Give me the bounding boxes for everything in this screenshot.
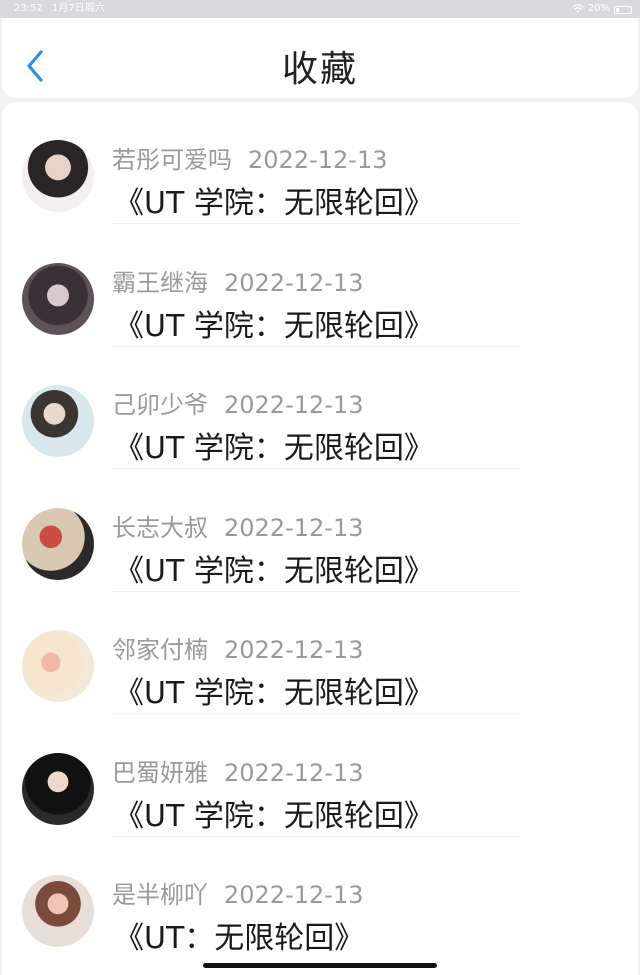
status-bar: 23:52 1月7日周六 20% xyxy=(0,0,640,18)
item-title: 《UT 学院：无限轮回》 xyxy=(114,186,434,221)
avatar[interactable] xyxy=(22,752,94,825)
favorite-item[interactable]: 长志大叔 2022-12-13 《UT 学院：无限轮回》 xyxy=(2,470,638,592)
avatar[interactable] xyxy=(22,875,94,947)
status-right: 20% xyxy=(571,0,632,18)
favorite-item[interactable]: 霸王继海 2022-12-13 《UT 学院：无限轮回》 xyxy=(2,225,638,347)
item-meta: 霸王继海 2022-12-13 xyxy=(112,263,363,298)
battery-icon xyxy=(614,5,632,14)
item-meta: 长志大叔 2022-12-13 xyxy=(112,508,363,543)
item-date: 2022-12-13 xyxy=(224,881,364,909)
item-date: 2022-12-13 xyxy=(224,391,364,419)
battery-fill xyxy=(616,7,619,12)
item-date: 2022-12-13 xyxy=(224,513,364,542)
item-date: 2022-12-13 xyxy=(224,268,364,297)
favorite-item[interactable]: 若彤可爱吗 2022-12-13 《UT 学院：无限轮回》 xyxy=(2,102,638,224)
item-username: 若彤可爱吗 xyxy=(112,146,232,174)
avatar[interactable] xyxy=(22,507,94,580)
status-date: 1月7日周六 xyxy=(52,3,105,14)
favorite-item[interactable]: 是半柳吖 2022-12-13 《UT：无限轮回》 xyxy=(2,837,638,959)
status-time: 23:52 xyxy=(14,3,43,14)
page-title: 收藏 xyxy=(281,49,358,90)
item-date: 2022-12-13 xyxy=(224,636,364,664)
item-meta: 是半柳吖 2022-12-13 xyxy=(112,875,363,910)
item-username: 邻家付楠 xyxy=(112,636,208,664)
home-indicator[interactable] xyxy=(203,963,437,968)
item-title: 《UT 学院：无限轮回》 xyxy=(114,308,434,344)
favorite-item[interactable]: 己卯少爷 2022-12-13 《UT 学院：无限轮回》 xyxy=(2,347,638,469)
avatar[interactable] xyxy=(22,140,94,212)
item-title: 《UT 学院：无限轮回》 xyxy=(114,431,434,466)
favorite-item[interactable]: 巴蜀妍雅 2022-12-13 《UT 学院：无限轮回》 xyxy=(2,715,638,837)
item-username: 霸王继海 xyxy=(112,268,208,297)
wifi-icon xyxy=(571,4,584,13)
item-title: 《UT 学院：无限轮回》 xyxy=(114,798,434,834)
battery-percent: 20% xyxy=(587,3,610,14)
item-title: 《UT 学院：无限轮回》 xyxy=(114,553,434,589)
nav-header: 收藏 xyxy=(2,18,638,98)
favorites-screen: 23:52 1月7日周六 20% 收藏 若彤可爱吗 2022-12-13 《UT 学… xyxy=(0,0,640,975)
item-username: 是半柳吖 xyxy=(112,881,208,909)
item-meta: 巴蜀妍雅 2022-12-13 xyxy=(112,753,363,788)
favorite-item[interactable]: 邻家付楠 2022-12-13 《UT 学院：无限轮回》 xyxy=(2,592,638,714)
item-date: 2022-12-13 xyxy=(248,146,388,174)
avatar[interactable] xyxy=(22,385,94,457)
item-username: 长志大叔 xyxy=(112,513,208,542)
item-title: 《UT 学院：无限轮回》 xyxy=(114,676,434,711)
item-username: 己卯少爷 xyxy=(112,391,208,419)
item-title: 《UT：无限轮回》 xyxy=(114,921,365,956)
favorites-list: 若彤可爱吗 2022-12-13 《UT 学院：无限轮回》 霸王继海 2022-12-1… xyxy=(2,102,638,975)
item-meta: 邻家付楠 2022-12-13 xyxy=(112,630,363,665)
item-date: 2022-12-13 xyxy=(224,758,364,787)
avatar[interactable] xyxy=(22,630,94,702)
item-meta: 己卯少爷 2022-12-13 xyxy=(112,385,363,420)
item-meta: 若彤可爱吗 2022-12-13 xyxy=(112,140,387,175)
avatar[interactable] xyxy=(22,262,94,335)
item-username: 巴蜀妍雅 xyxy=(112,758,208,787)
